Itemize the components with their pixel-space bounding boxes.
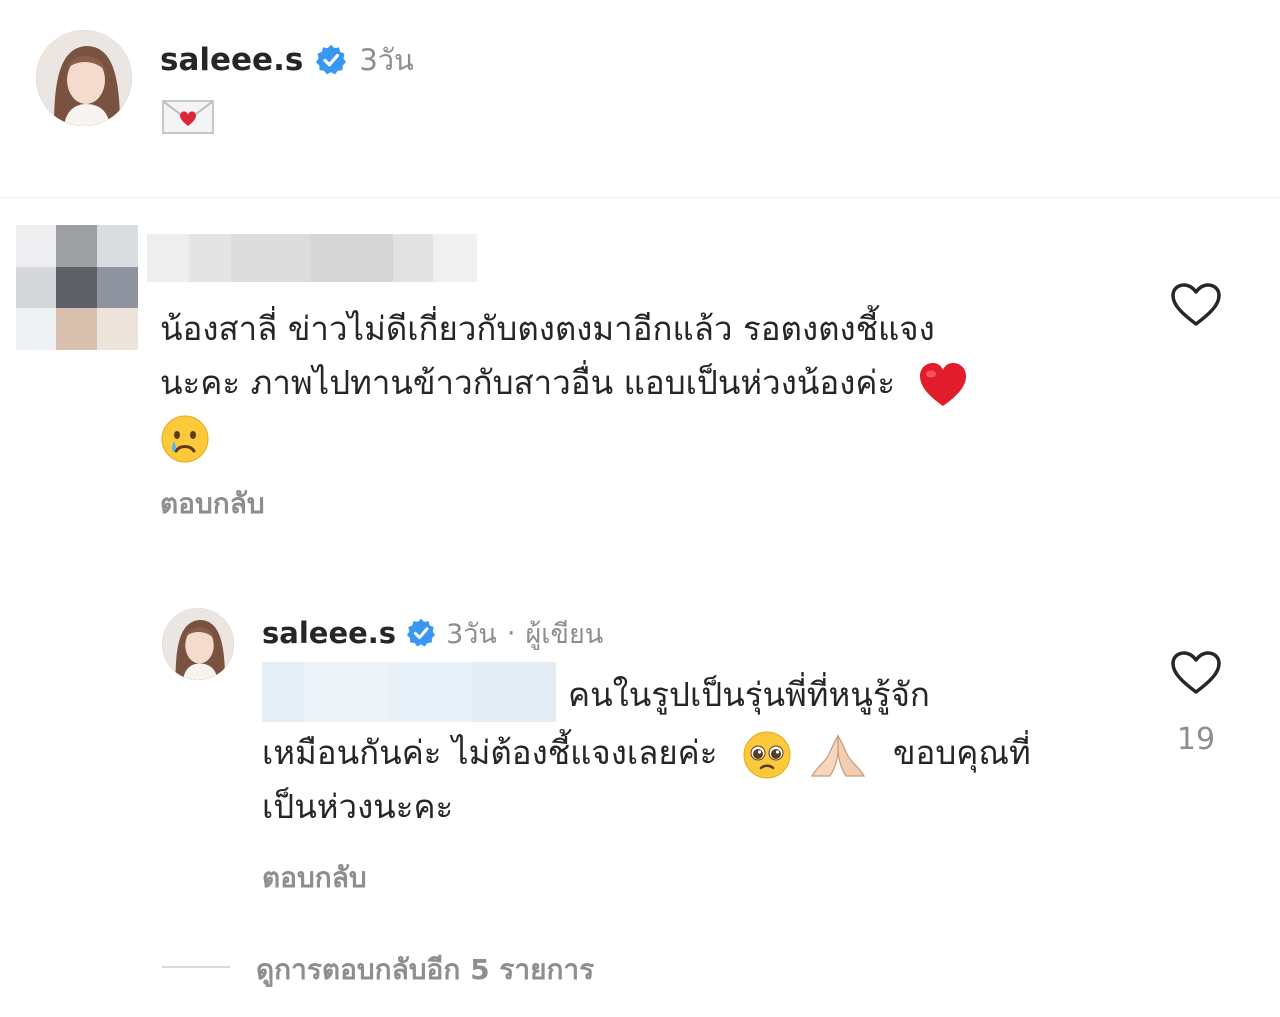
view-more-replies-button[interactable]: ดูการตอบกลับอีก 5 รายการ <box>256 948 594 992</box>
thread-line <box>162 966 230 968</box>
reply-line-3: เป็นห่วงนะคะ <box>262 787 454 826</box>
reply-separator: · <box>506 617 516 649</box>
mentioned-username-pixelated[interactable] <box>262 662 556 722</box>
verified-badge-icon <box>406 618 436 648</box>
reply-reply-button[interactable]: ตอบกลับ <box>262 856 367 900</box>
comment-like-heart-icon[interactable] <box>1170 282 1222 328</box>
reply-username[interactable]: saleee.s <box>262 616 396 650</box>
caption-time: 3วัน <box>359 43 414 77</box>
caption-avatar[interactable] <box>36 30 132 126</box>
comment-line-2: นะคะ ภาพไปทานข้าวกับสาวอื่น แอบเป็นห่วงน… <box>160 356 1120 410</box>
comment-reply-button[interactable]: ตอบกลับ <box>160 482 265 526</box>
reply-like-heart-icon[interactable] <box>1170 650 1222 696</box>
author-label: ผู้เขียน <box>525 618 604 650</box>
folded-hands-emoji-icon <box>808 730 868 780</box>
comment-line-3 <box>160 410 1120 464</box>
reply-line-1: คนในรูปเป็นรุ่นพี่ที่หนูรู้จัก <box>568 675 930 714</box>
commenter-avatar-pixelated[interactable] <box>16 225 138 350</box>
reply-like-count: 19 <box>1176 722 1216 757</box>
section-divider <box>0 197 1280 198</box>
comment-text: น้องสาลี่ ข่าวไม่ดีเกี่ยวกับตงตงมาอีกแล้… <box>160 302 1120 464</box>
caption-username[interactable]: saleee.s <box>160 42 303 78</box>
reply-avatar[interactable] <box>162 608 234 680</box>
red-heart-emoji-icon <box>918 361 968 409</box>
reply-line-2: เหมือนกันค่ะ ไม่ต้องชี้แจงเลยค่ะ ขอบคุณท… <box>262 726 1031 780</box>
crying-face-emoji-icon <box>160 414 210 464</box>
comment-line-1: น้องสาลี่ ข่าวไม่ดีเกี่ยวกับตงตงมาอีกแล้… <box>160 309 935 348</box>
verified-badge-icon <box>315 44 347 76</box>
envelope-heart-icon <box>162 100 214 134</box>
reply-time: 3วัน <box>446 618 497 650</box>
caption-header: saleee.s 3วัน <box>160 38 414 82</box>
commenter-username-pixelated[interactable] <box>147 234 477 282</box>
pleading-face-emoji-icon <box>742 730 792 780</box>
reply-header: saleee.s 3วัน · ผู้เขียน <box>262 613 603 653</box>
